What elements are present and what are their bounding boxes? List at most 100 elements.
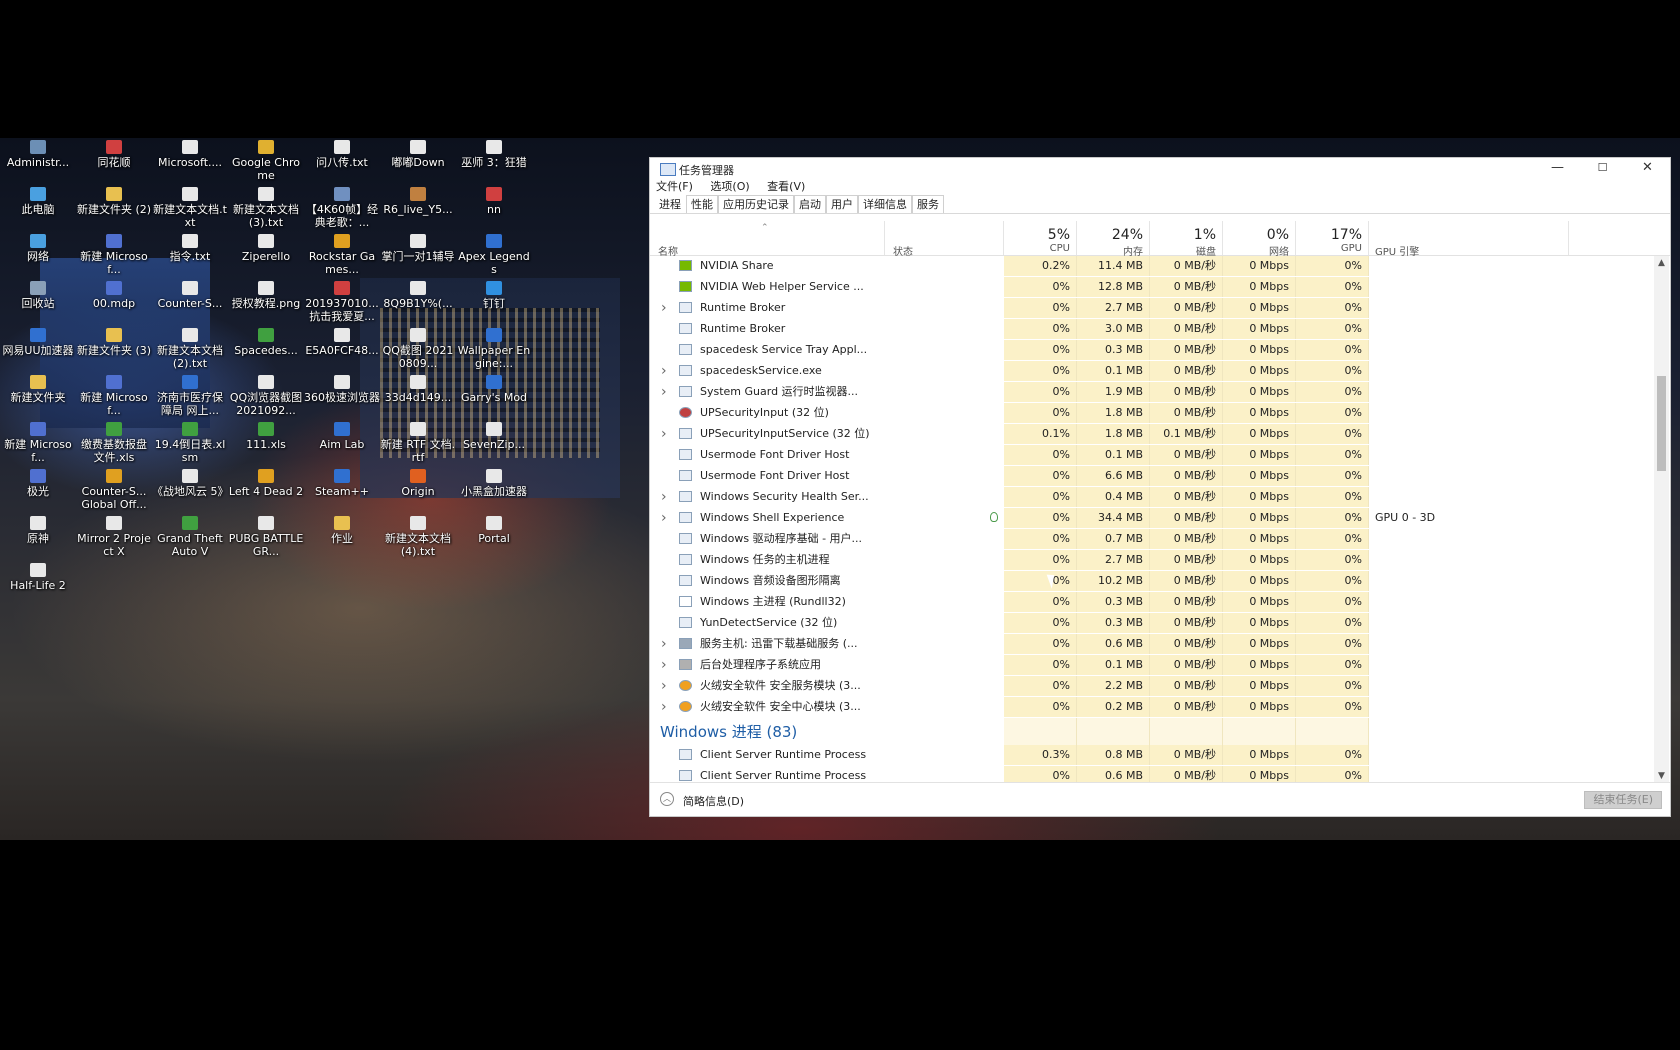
desktop-icon[interactable]: 新建文本文档.txt <box>152 185 228 229</box>
scroll-up-icon[interactable]: ▲ <box>1654 258 1669 268</box>
desktop-icon[interactable]: QQ浏览器截图2021092... <box>228 373 304 417</box>
desktop-icon[interactable]: Steam++ <box>304 467 380 498</box>
desktop-icon[interactable]: 360极速浏览器 <box>304 373 380 404</box>
desktop-icon[interactable]: Rockstar Games... <box>304 232 380 276</box>
process-row[interactable]: › UPSecurityInputService (32 位) 0.1% 1.8 MB… <box>650 424 1653 444</box>
tab-startup[interactable]: 启动 <box>794 195 826 213</box>
process-row[interactable]: Client Server Runtime Process 0% 0.6 MB 0 M… <box>650 766 1653 783</box>
desktop-icon[interactable]: 缴费基数报盘文件.xls <box>76 420 152 464</box>
desktop-icon[interactable]: 8Q9B1Y%(... <box>380 279 456 310</box>
desktop-icon[interactable]: Wallpaper Engine:... <box>456 326 532 370</box>
desktop-icon[interactable]: 问八传.txt <box>304 138 380 169</box>
desktop-icon[interactable]: Microsoft.... <box>152 138 228 169</box>
fewer-details-link[interactable]: 简略信息(D) <box>683 793 744 809</box>
desktop-icon[interactable]: 新建文件夹 (3) <box>76 326 152 357</box>
desktop-icon[interactable]: E5A0FCF48... <box>304 326 380 357</box>
desktop-icon[interactable]: Ziperello <box>228 232 304 263</box>
column-cpu[interactable]: 5% CPU <box>1004 221 1077 255</box>
desktop-icon[interactable]: 33d4d149... <box>380 373 456 404</box>
column-disk[interactable]: 1% 磁盘 <box>1150 221 1223 258</box>
process-row[interactable]: › Windows Security Health Ser... 0% 0.4 MB 0… <box>650 487 1653 507</box>
desktop-icon[interactable]: SevenZip... <box>456 420 532 451</box>
process-row[interactable]: › 后台处理程序子系统应用 0% 0.1 MB 0 MB/秒 0 Mbps 0% <box>650 655 1653 675</box>
desktop-icon[interactable]: 极光 <box>0 467 76 498</box>
process-row[interactable]: › Windows Shell Experience 0% 34.4 MB 0 MB/秒… <box>650 508 1653 528</box>
process-row[interactable]: Client Server Runtime Process 0.3% 0.8 MB 0… <box>650 745 1653 765</box>
desktop-icon[interactable]: 小黑盒加速器 <box>456 467 532 498</box>
column-name[interactable]: ⌃ 名称 <box>650 221 885 258</box>
tab-details[interactable]: 详细信息 <box>858 195 912 213</box>
desktop-icon[interactable]: Counter-S... Global Off... <box>76 467 152 511</box>
desktop-icon[interactable]: Half-Life 2 <box>0 561 76 592</box>
desktop-icon[interactable]: Portal <box>456 514 532 545</box>
process-group-header[interactable]: Windows 进程 (83) <box>650 718 1653 745</box>
desktop-icon[interactable]: 同花顺 <box>76 138 152 169</box>
menu-view[interactable]: 查看(V) <box>767 178 805 195</box>
desktop-icon[interactable]: 嘟嘟Down <box>380 138 456 169</box>
desktop-icon[interactable]: 原神 <box>0 514 76 545</box>
desktop-icon[interactable]: R6_live_Y5... <box>380 185 456 216</box>
desktop-icon[interactable]: Mirror 2 Project X <box>76 514 152 558</box>
process-row[interactable]: › 火绒安全软件 安全中心模块 (3... 0% 0.2 MB 0 MB/秒 0 Mbps… <box>650 697 1653 717</box>
desktop-icon[interactable]: 掌门一对1辅导 <box>380 232 456 263</box>
desktop-icon[interactable]: Origin <box>380 467 456 498</box>
desktop-icon[interactable]: 19.4倒日表.xlsm <box>152 420 228 464</box>
process-row[interactable]: › 服务主机: 迅雷下载基础服务 (... 0% 0.6 MB 0 MB/秒 0 Mbps… <box>650 634 1653 654</box>
desktop-icon[interactable]: Google Chrome <box>228 138 304 182</box>
scrollbar[interactable]: ▲ ▼ <box>1654 256 1669 783</box>
process-row[interactable]: › 火绒安全软件 安全服务模块 (3... 0% 2.2 MB 0 MB/秒 0 Mbps… <box>650 676 1653 696</box>
desktop-icon[interactable]: 新建 Microsof... <box>76 232 152 276</box>
process-row[interactable]: Windows 主进程 (Rundll32) 0% 0.3 MB 0 MB/秒 0 Mb… <box>650 592 1653 612</box>
process-row[interactable]: Windows 音频设备图形隔离 0% 10.2 MB 0 MB/秒 0 Mbps 0% <box>650 571 1653 591</box>
desktop-icon[interactable]: 新建 Microsof... <box>0 420 76 464</box>
column-status[interactable]: 状态 <box>885 221 1004 258</box>
close-button[interactable]: ✕ <box>1625 158 1670 178</box>
maximize-button[interactable]: ☐ <box>1580 158 1625 178</box>
desktop-icon[interactable]: 00.mdp <box>76 279 152 310</box>
process-row[interactable]: Windows 任务的主机进程 0% 2.7 MB 0 MB/秒 0 Mbps 0% <box>650 550 1653 570</box>
process-row[interactable]: Runtime Broker 0% 3.0 MB 0 MB/秒 0 Mbps 0% <box>650 319 1653 339</box>
minimize-button[interactable]: — <box>1535 158 1580 178</box>
desktop-icon[interactable]: 新建文件夹 (2) <box>76 185 152 216</box>
menu-options[interactable]: 选项(O) <box>710 178 749 195</box>
desktop-icon[interactable]: Counter-S... <box>152 279 228 310</box>
process-row[interactable]: NVIDIA Share 0.2% 11.4 MB 0 MB/秒 0 Mbps 0% <box>650 256 1653 276</box>
desktop-icon[interactable]: QQ截图 20210809... <box>380 326 456 370</box>
process-row[interactable]: › System Guard 运行时监视器... 0% 1.9 MB 0 MB/秒 0 M… <box>650 382 1653 402</box>
desktop-icon[interactable]: Administr... <box>0 138 76 169</box>
desktop-icon[interactable]: Spacedes... <box>228 326 304 357</box>
desktop-icon[interactable]: 新建文本文档 (2).txt <box>152 326 228 370</box>
desktop-icon[interactable]: 指令.txt <box>152 232 228 263</box>
process-row[interactable]: spacedesk Service Tray Appl... 0% 0.3 MB 0 … <box>650 340 1653 360</box>
desktop-icon[interactable]: 新建文件夹 <box>0 373 76 404</box>
desktop-icon[interactable]: PUBG BATTLEGR... <box>228 514 304 558</box>
desktop-icon[interactable]: 作业 <box>304 514 380 545</box>
desktop-icon[interactable]: 网络 <box>0 232 76 263</box>
desktop-icon[interactable]: 钉钉 <box>456 279 532 310</box>
column-gpu[interactable]: 17% GPU <box>1296 221 1369 255</box>
desktop-icon[interactable]: 巫师 3：狂猎 <box>456 138 532 169</box>
tab-app-history[interactable]: 应用历史记录 <box>718 195 794 213</box>
desktop-icon[interactable]: 201937010...抗击我爱夏... <box>304 279 380 323</box>
desktop-icon[interactable]: Grand Theft Auto V <box>152 514 228 558</box>
tab-users[interactable]: 用户 <box>826 195 858 213</box>
desktop-icon[interactable]: 111.xls <box>228 420 304 451</box>
scroll-thumb[interactable] <box>1657 376 1666 471</box>
process-row[interactable]: › spacedeskService.exe 0% 0.1 MB 0 MB/秒 0 Mbp… <box>650 361 1653 381</box>
desktop-icon[interactable]: 【4K60帧】经典老歌：... <box>304 185 380 229</box>
desktop-icon[interactable]: nn <box>456 185 532 216</box>
scroll-down-icon[interactable]: ▼ <box>1654 771 1669 781</box>
desktop-icon[interactable]: 回收站 <box>0 279 76 310</box>
desktop-icon[interactable]: 此电脑 <box>0 185 76 216</box>
tab-services[interactable]: 服务 <box>912 195 944 213</box>
column-network[interactable]: 0% 网络 <box>1223 221 1296 258</box>
desktop-icon[interactable]: Garry's Mod <box>456 373 532 404</box>
desktop-icon[interactable]: Aim Lab <box>304 420 380 451</box>
desktop-icon[interactable]: 新建 RTF 文档.rtf <box>380 420 456 464</box>
chevron-up-icon[interactable]: ︿ <box>660 792 674 806</box>
process-row[interactable]: NVIDIA Web Helper Service ... 0% 12.8 MB 0 … <box>650 277 1653 297</box>
process-row[interactable]: YunDetectService (32 位) 0% 0.3 MB 0 MB/秒 0 M… <box>650 613 1653 633</box>
desktop-icon[interactable]: 授权教程.png <box>228 279 304 310</box>
process-row[interactable]: › Runtime Broker 0% 2.7 MB 0 MB/秒 0 Mbps 0% <box>650 298 1653 318</box>
title-bar[interactable]: 任务管理器 — ☐ ✕ <box>650 158 1670 178</box>
